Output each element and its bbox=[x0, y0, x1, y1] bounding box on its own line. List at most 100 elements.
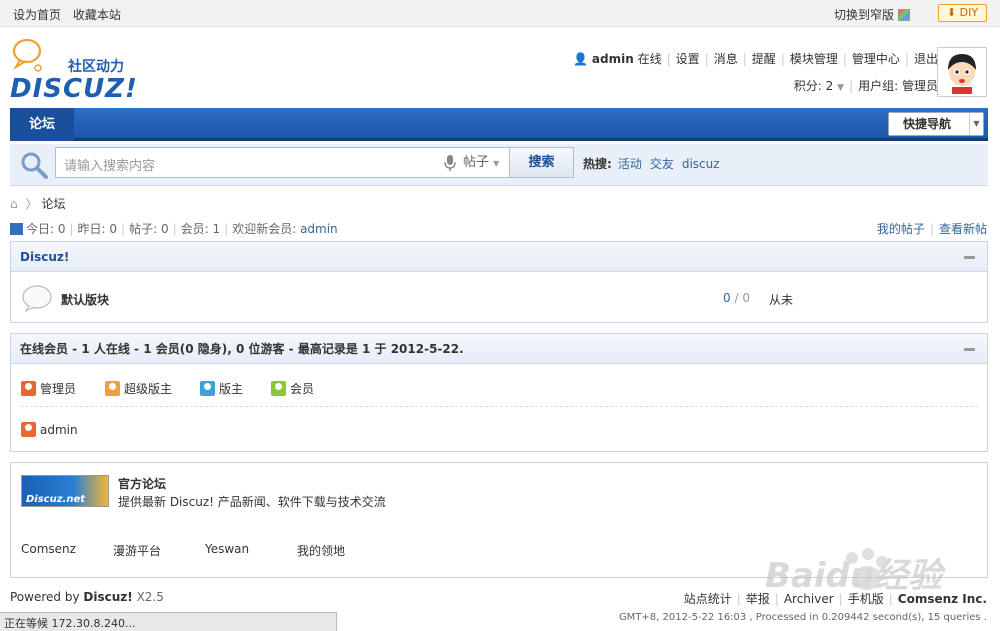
bar-chart-icon bbox=[10, 223, 23, 235]
post-count: 0 bbox=[742, 291, 750, 305]
set-home-link[interactable]: 设为首页 bbox=[13, 8, 61, 22]
search-type-value: 帖子 bbox=[463, 155, 490, 170]
legend-super-moderator: 超级版主 bbox=[105, 380, 172, 397]
hot-search-link[interactable]: 活动 bbox=[618, 157, 642, 171]
friend-link[interactable]: 我的领地 bbox=[297, 542, 345, 559]
microphone-icon[interactable] bbox=[442, 154, 458, 172]
chevron-down-icon: ▼ bbox=[493, 159, 500, 168]
online-members: 在线会员 - 1 人在线 - 1 会员(0 隐身), 0 位游客 - 最高记录是… bbox=[10, 333, 988, 452]
top-bar: 设为首页 收藏本站 切换到窄版 bbox=[0, 0, 1000, 27]
thread-count: 0 bbox=[723, 291, 731, 305]
browser-status-bar: 正在等候 172.30.8.240... bbox=[0, 612, 337, 631]
watermark-text: Baidu经验 bbox=[765, 556, 943, 596]
logout-link[interactable]: 退出 bbox=[914, 52, 938, 66]
friend-link[interactable]: Comsenz bbox=[21, 542, 76, 556]
version: X2.5 bbox=[136, 590, 164, 604]
bookmark-link[interactable]: 收藏本站 bbox=[73, 8, 121, 22]
online-header: 在线会员 - 1 人在线 - 1 会员(0 隐身), 0 位游客 - 最高记录是… bbox=[11, 334, 987, 364]
welcome-label: 欢迎新会员: bbox=[232, 222, 297, 236]
legend-moderator: 版主 bbox=[200, 380, 243, 397]
settings-link[interactable]: 设置 bbox=[676, 52, 700, 66]
usergroup-value[interactable]: 管理员 bbox=[902, 79, 938, 93]
new-member-link[interactable]: admin bbox=[300, 222, 338, 236]
user-stats: 积分: 2 ▼ | 用户组: 管理员 bbox=[793, 79, 938, 93]
site-stats-link[interactable]: 站点统计 bbox=[684, 592, 732, 606]
user-icon bbox=[105, 381, 120, 396]
logo-tagline: 社区动力 bbox=[68, 59, 124, 75]
admin-center-link[interactable]: 管理中心 bbox=[852, 52, 900, 66]
forum-name-link[interactable]: 默认版块 bbox=[61, 291, 109, 308]
speech-bubble-icon bbox=[22, 285, 52, 312]
avatar[interactable] bbox=[937, 47, 987, 97]
official-forum-link[interactable]: 官方论坛 bbox=[118, 475, 166, 492]
hot-search-link[interactable]: 交友 bbox=[650, 157, 674, 171]
logo-text: DISCUZ! bbox=[10, 74, 138, 104]
module-manage-link[interactable]: 模块管理 bbox=[790, 52, 838, 66]
category-header: Discuz! bbox=[11, 242, 987, 272]
legend-label: 会员 bbox=[290, 382, 315, 396]
collapse-icon[interactable] bbox=[964, 348, 975, 351]
my-links: 我的帖子 | 查看新帖 bbox=[876, 222, 987, 236]
new-posts-link[interactable]: 查看新帖 bbox=[939, 222, 987, 236]
diy-button[interactable]: ⬇ DIY bbox=[938, 4, 987, 22]
credits-dropdown[interactable]: 积分: 2 ▼ bbox=[794, 79, 844, 93]
footer-timestamp: GMT+8, 2012-5-22 16:03 , Processed in 0.… bbox=[618, 612, 987, 623]
stat-today: 今日: 0 bbox=[26, 222, 66, 236]
online-user[interactable]: admin bbox=[21, 422, 78, 437]
discuz-net-logo[interactable]: Discuz.net bbox=[21, 475, 109, 507]
credits-label: 积分: bbox=[793, 79, 822, 93]
online-status[interactable]: 在线 bbox=[638, 52, 662, 66]
divider bbox=[20, 406, 978, 407]
friend-link[interactable]: 漫游平台 bbox=[113, 542, 161, 559]
forum-counts: 0 / 0 bbox=[723, 291, 750, 305]
last-post: 从未 bbox=[769, 293, 794, 307]
forum-stats: 今日: 0 | 昨日: 0 | 帖子: 0 | 会员: 1 | 欢迎新会员: admin bbox=[10, 220, 338, 237]
site-logo[interactable]: 社区动力 DISCUZ! bbox=[10, 36, 150, 104]
forum-row: 默认版块 0 / 0 从未 bbox=[11, 272, 987, 324]
online-user-name: admin bbox=[40, 423, 78, 437]
brand-link[interactable]: Discuz! bbox=[83, 590, 132, 604]
home-icon[interactable]: ⌂ bbox=[10, 197, 18, 211]
user-icon bbox=[200, 381, 215, 396]
legend-label: 超级版主 bbox=[124, 382, 173, 396]
online-title[interactable]: 在线会员 - 1 人在线 - 1 会员(0 隐身), 0 位游客 - 最高记录是… bbox=[20, 342, 464, 356]
messages-link[interactable]: 消息 bbox=[714, 52, 738, 66]
chevron-down-icon: ▼ bbox=[837, 83, 845, 93]
top-bar-left: 设为首页 收藏本站 bbox=[13, 6, 121, 23]
forum-category: Discuz! 默认版块 0 / 0 从未 bbox=[10, 241, 988, 323]
search-button[interactable]: 搜索 bbox=[509, 147, 574, 178]
logo-label: Discuz.net bbox=[26, 494, 86, 505]
switch-width-label: 切换到窄版 bbox=[833, 8, 894, 22]
stat-yesterday: 昨日: 0 bbox=[77, 222, 118, 236]
username-link[interactable]: admin bbox=[592, 52, 634, 66]
notifications-link[interactable]: 提醒 bbox=[752, 52, 776, 66]
chevron-right-icon: 〉 bbox=[25, 197, 38, 211]
friend-link[interactable]: Yeswan bbox=[205, 542, 249, 556]
palette-icon bbox=[898, 9, 910, 21]
my-posts-link[interactable]: 我的帖子 bbox=[877, 222, 925, 236]
quick-nav-button[interactable]: 快捷导航 ▼ bbox=[888, 112, 984, 136]
legend-label: 管理员 bbox=[40, 382, 77, 396]
user-icon bbox=[21, 422, 36, 437]
user-icon bbox=[271, 381, 286, 396]
legend-member: 会员 bbox=[271, 380, 314, 397]
switch-width-link[interactable]: 切换到窄版 bbox=[834, 6, 910, 23]
legend-admin: 管理员 bbox=[21, 380, 76, 397]
search-type-select[interactable]: 帖子 ▼ bbox=[459, 147, 510, 178]
hot-label: 热搜: bbox=[583, 157, 612, 171]
powered-label: Powered by bbox=[10, 590, 80, 604]
category-title[interactable]: Discuz! bbox=[20, 250, 69, 264]
breadcrumb-current[interactable]: 论坛 bbox=[41, 197, 65, 211]
usergroup-label: 用户组: bbox=[858, 79, 899, 93]
tab-forum[interactable]: 论坛 bbox=[10, 108, 74, 141]
user-menu: 👤 admin 在线 | 设置 | 消息 | 提醒 | 模块管理 | 管理中心 | 退出 bbox=[573, 52, 938, 66]
diy-label: DIY bbox=[959, 6, 979, 19]
baidu-watermark: Baidu经验 bbox=[740, 540, 990, 610]
user-icon bbox=[21, 381, 36, 396]
hot-search-link[interactable]: discuz bbox=[682, 157, 720, 171]
official-forum-desc: 提供最新 Discuz! 产品新闻、软件下载与技术交流 bbox=[118, 495, 386, 509]
collapse-icon[interactable] bbox=[964, 256, 975, 259]
chevron-down-icon: ▼ bbox=[969, 113, 983, 135]
search-input[interactable]: 请输入搜索内容 bbox=[55, 147, 460, 178]
user-icon: 👤 bbox=[573, 52, 589, 66]
